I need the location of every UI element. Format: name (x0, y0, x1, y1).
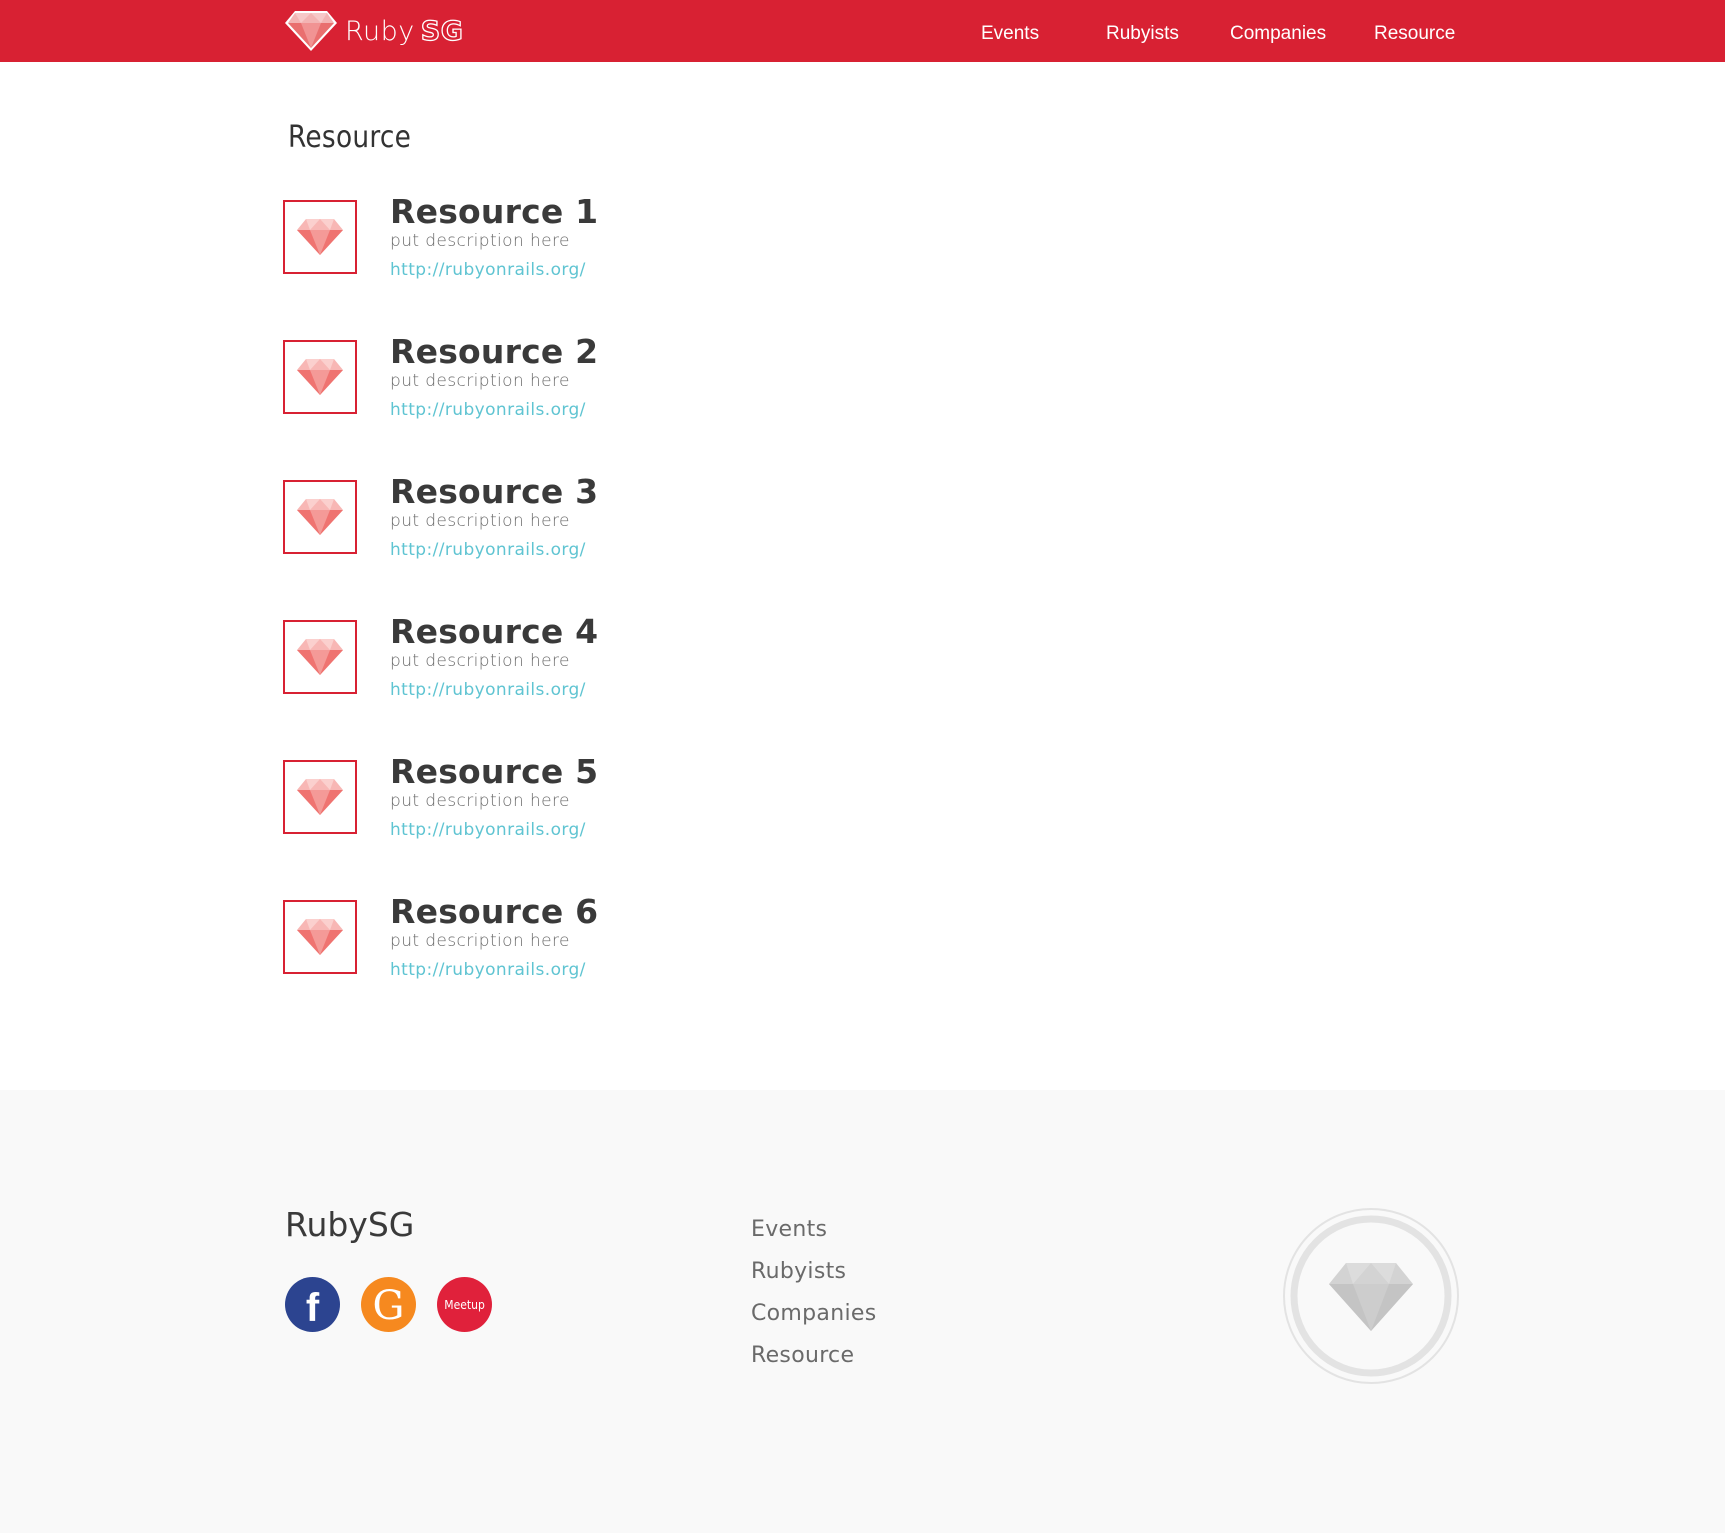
resource-description: put description here (390, 511, 570, 531)
ruby-gem-icon (297, 499, 343, 535)
meetup-button[interactable]: Meetup (437, 1277, 492, 1332)
resource-item: Resource 1 put description here http://r… (283, 192, 783, 302)
ruby-gem-emblem-icon (1282, 1207, 1460, 1385)
resource-url-link[interactable]: http://rubyonrails.org/ (390, 540, 586, 560)
footer-link-events[interactable]: Events (751, 1217, 827, 1242)
resource-url-link[interactable]: http://rubyonrails.org/ (390, 400, 586, 420)
resource-item: Resource 4 put description here http://r… (283, 612, 783, 722)
footer-nav-item: Rubyists (751, 1259, 876, 1301)
top-navbar: Ruby SG Events Rubyists Companies Resourc… (0, 0, 1725, 62)
nav-link-resource[interactable]: Resource (1374, 23, 1455, 45)
google-button[interactable]: G (361, 1277, 416, 1332)
footer-nav-item: Companies (751, 1301, 876, 1343)
resource-url-link[interactable]: http://rubyonrails.org/ (390, 260, 586, 280)
resource-title[interactable]: Resource 4 (390, 612, 598, 651)
resource-title[interactable]: Resource 1 (390, 192, 598, 231)
resource-url-link[interactable]: http://rubyonrails.org/ (390, 960, 586, 980)
resource-url-link[interactable]: http://rubyonrails.org/ (390, 820, 586, 840)
facebook-button[interactable]: f (285, 1277, 340, 1332)
resource-item: Resource 3 put description here http://r… (283, 472, 783, 582)
resource-thumbnail[interactable] (283, 620, 357, 694)
resource-description: put description here (390, 791, 570, 811)
site-footer: RubySG f G Meetup Events Rubyists Compan… (0, 1090, 1725, 1533)
brand-accent: SG (420, 15, 464, 47)
ruby-gem-icon (297, 219, 343, 255)
footer-link-resource[interactable]: Resource (751, 1343, 854, 1368)
footer-nav-item: Resource (751, 1343, 876, 1385)
page-title: Resource (288, 120, 412, 155)
footer-nav: Events Rubyists Companies Resource (751, 1217, 876, 1385)
resource-description: put description here (390, 931, 570, 951)
resource-item: Resource 6 put description here http://r… (283, 892, 783, 1002)
resource-thumbnail[interactable] (283, 760, 357, 834)
footer-link-companies[interactable]: Companies (751, 1301, 876, 1326)
resource-thumbnail[interactable] (283, 480, 357, 554)
footer-nav-item: Events (751, 1217, 876, 1259)
ruby-gem-icon (297, 359, 343, 395)
google-icon: G (372, 1282, 405, 1329)
resource-description: put description here (390, 231, 570, 251)
footer-brand: RubySG (285, 1205, 415, 1244)
brand-logo-link[interactable]: Ruby SG (285, 11, 464, 51)
ruby-gem-icon (297, 779, 343, 815)
resource-thumbnail[interactable] (283, 340, 357, 414)
resource-item: Resource 5 put description here http://r… (283, 752, 783, 862)
social-links: f G Meetup (285, 1277, 513, 1332)
nav-link-rubyists[interactable]: Rubyists (1106, 23, 1179, 45)
ruby-gem-icon (297, 639, 343, 675)
resource-description: put description here (390, 371, 570, 391)
footer-link-rubyists[interactable]: Rubyists (751, 1259, 846, 1284)
ruby-gem-icon (285, 11, 337, 51)
facebook-icon: f (305, 1285, 320, 1330)
resource-description: put description here (390, 651, 570, 671)
resource-thumbnail[interactable] (283, 900, 357, 974)
ruby-gem-icon (297, 919, 343, 955)
resource-title[interactable]: Resource 3 (390, 472, 598, 511)
resource-title[interactable]: Resource 2 (390, 332, 598, 371)
resource-url-link[interactable]: http://rubyonrails.org/ (390, 680, 586, 700)
brand-name: Ruby SG (345, 15, 464, 47)
resource-item: Resource 2 put description here http://r… (283, 332, 783, 442)
brand-word: Ruby (345, 15, 415, 47)
nav-link-events[interactable]: Events (981, 23, 1039, 45)
resource-thumbnail[interactable] (283, 200, 357, 274)
resource-title[interactable]: Resource 5 (390, 752, 598, 791)
nav-link-companies[interactable]: Companies (1230, 23, 1326, 45)
resource-title[interactable]: Resource 6 (390, 892, 598, 931)
meetup-icon: Meetup (444, 1297, 485, 1312)
